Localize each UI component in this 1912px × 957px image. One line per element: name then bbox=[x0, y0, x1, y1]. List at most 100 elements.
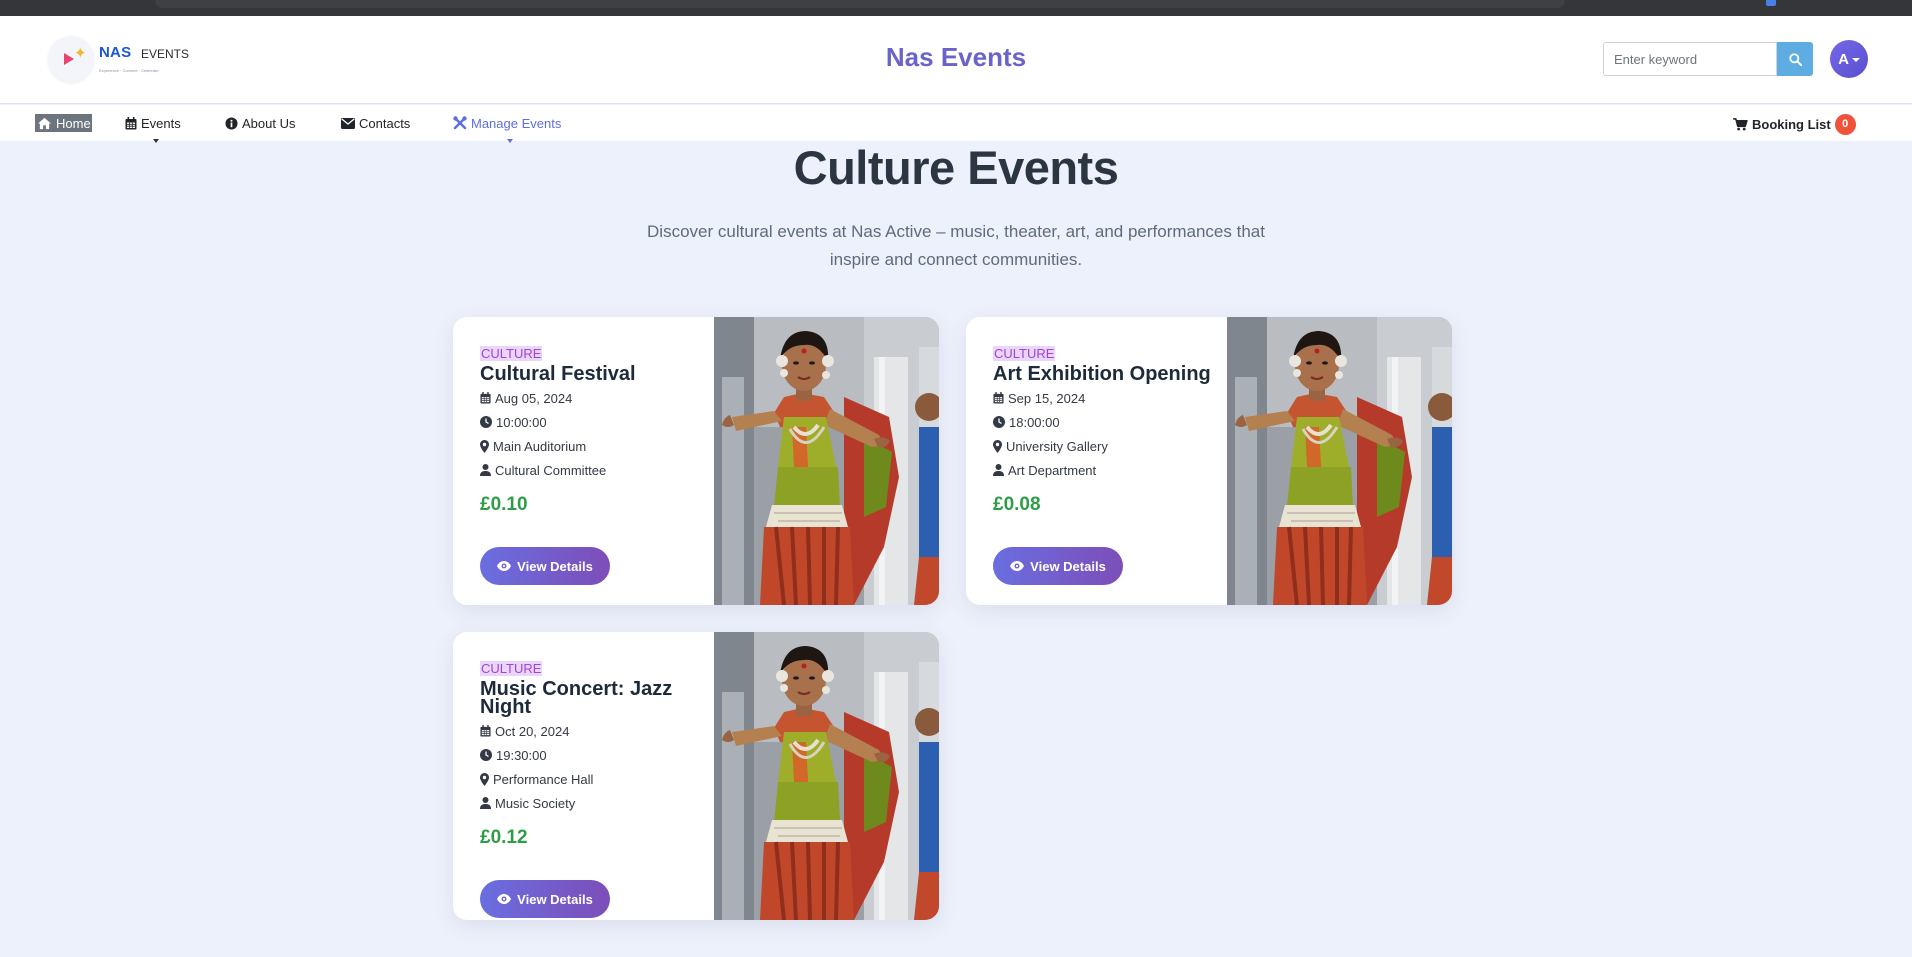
location-pin-icon bbox=[480, 439, 489, 453]
clock-icon bbox=[480, 749, 492, 761]
booking-count-badge: 0 bbox=[1834, 113, 1856, 135]
event-time: 18:00:00 bbox=[993, 410, 1223, 434]
event-organizer-text: Music Society bbox=[495, 795, 576, 811]
event-date: Aug 05, 2024 bbox=[480, 386, 710, 410]
clock-icon bbox=[480, 416, 492, 428]
calendar-icon bbox=[125, 116, 137, 129]
logo-mark-icon: ✦ bbox=[48, 36, 94, 82]
event-category: CULTURE bbox=[993, 346, 1056, 361]
event-category: CULTURE bbox=[480, 346, 543, 361]
browser-address-bar[interactable] bbox=[155, 0, 1565, 8]
event-venue: Main Auditorium bbox=[480, 434, 710, 458]
event-image[interactable] bbox=[1227, 317, 1452, 605]
event-price: £0.12 bbox=[480, 827, 528, 848]
event-date: Oct 20, 2024 bbox=[480, 719, 710, 743]
event-card-body: CULTURE Music Concert: Jazz Night Oct 20… bbox=[480, 660, 710, 815]
envelope-icon bbox=[341, 117, 355, 129]
event-date-text: Aug 05, 2024 bbox=[495, 390, 573, 406]
nav-item-label: Contacts bbox=[359, 115, 411, 131]
user-icon bbox=[480, 797, 491, 809]
clock-icon bbox=[993, 416, 1005, 428]
cart-icon bbox=[1733, 117, 1748, 131]
event-venue: Performance Hall bbox=[480, 767, 710, 791]
info-circle-icon bbox=[225, 116, 238, 130]
nav-item-home[interactable]: Home bbox=[35, 114, 92, 132]
eye-icon bbox=[497, 894, 512, 904]
view-details-button[interactable]: View Details bbox=[480, 547, 610, 585]
site-title[interactable]: Nas Events bbox=[886, 42, 1026, 72]
calendar-icon bbox=[480, 725, 491, 737]
booking-list-button[interactable]: Booking List 0 bbox=[1733, 113, 1856, 135]
event-date: Sep 15, 2024 bbox=[993, 386, 1223, 410]
event-time: 19:30:00 bbox=[480, 743, 710, 767]
event-title[interactable]: Art Exhibition Opening bbox=[993, 364, 1223, 384]
event-card-body: CULTURE Art Exhibition Opening Sep 15, 2… bbox=[993, 345, 1223, 482]
event-time-text: 10:00:00 bbox=[496, 414, 547, 430]
calendar-icon bbox=[480, 392, 491, 404]
logo-brand-secondary: EVENTS bbox=[141, 47, 190, 61]
eye-icon bbox=[1010, 561, 1025, 571]
nav-item-label: Events bbox=[141, 115, 181, 131]
nav-item-contacts[interactable]: Contacts bbox=[341, 114, 410, 132]
event-organizer-text: Cultural Committee bbox=[495, 462, 607, 478]
event-title[interactable]: Cultural Festival bbox=[480, 364, 710, 384]
eye-icon bbox=[497, 561, 512, 571]
event-price: £0.10 bbox=[480, 494, 528, 515]
site-header: ✦ NAS EVENTS Experience · Connect · Cele… bbox=[0, 16, 1912, 104]
nav-item-events[interactable]: Events bbox=[125, 114, 181, 132]
view-details-label: View Details bbox=[1030, 558, 1106, 574]
event-card-body: CULTURE Cultural Festival Aug 05, 2024 1… bbox=[480, 345, 710, 482]
main-nav: Home Events About Us Contacts Manage Eve… bbox=[0, 105, 1912, 143]
location-pin-icon bbox=[480, 772, 489, 786]
event-category: CULTURE bbox=[480, 661, 543, 676]
location-pin-icon bbox=[993, 439, 1002, 453]
event-card: CULTURE Music Concert: Jazz Night Oct 20… bbox=[453, 632, 939, 920]
event-organizer: Music Society bbox=[480, 791, 710, 815]
view-details-label: View Details bbox=[517, 891, 593, 907]
event-venue-text: University Gallery bbox=[1006, 438, 1108, 454]
event-time-text: 18:00:00 bbox=[1009, 414, 1060, 430]
logo-brand: NAS bbox=[99, 44, 132, 61]
event-card: CULTURE Art Exhibition Opening Sep 15, 2… bbox=[966, 317, 1452, 605]
event-organizer-text: Art Department bbox=[1008, 462, 1097, 478]
search-button[interactable] bbox=[1777, 42, 1813, 76]
event-image[interactable] bbox=[714, 632, 939, 920]
search-form bbox=[1603, 42, 1813, 76]
user-icon bbox=[993, 464, 1004, 476]
event-organizer: Cultural Committee bbox=[480, 458, 710, 482]
nav-item-label: About Us bbox=[242, 115, 296, 131]
view-details-button[interactable]: View Details bbox=[993, 547, 1123, 585]
event-organizer: Art Department bbox=[993, 458, 1223, 482]
booking-list-label: Booking List bbox=[1752, 116, 1831, 132]
event-price: £0.08 bbox=[993, 494, 1041, 515]
nav-item-label: Manage Events bbox=[471, 115, 562, 131]
nav-item-about[interactable]: About Us bbox=[225, 114, 295, 132]
search-input[interactable] bbox=[1603, 42, 1777, 76]
avatar-initial: A bbox=[1838, 50, 1849, 68]
event-venue: University Gallery bbox=[993, 434, 1223, 458]
event-date-text: Sep 15, 2024 bbox=[1008, 390, 1086, 406]
chevron-down-icon bbox=[1851, 58, 1860, 62]
browser-extension-icon[interactable] bbox=[1766, 0, 1776, 6]
nav-item-manage-events[interactable]: Manage Events bbox=[453, 114, 561, 132]
page-title: Culture Events bbox=[793, 141, 1119, 194]
logo-tagline: Experience · Connect · Celebrate bbox=[99, 68, 159, 73]
page-subtitle: Discover cultural events at Nas Active –… bbox=[647, 222, 1265, 269]
event-time-text: 19:30:00 bbox=[496, 747, 547, 763]
event-card: CULTURE Cultural Festival Aug 05, 2024 1… bbox=[453, 317, 939, 605]
tools-icon bbox=[453, 116, 467, 130]
view-details-button[interactable]: View Details bbox=[480, 880, 610, 918]
page-header: Culture Events Discover cultural events … bbox=[0, 140, 1912, 274]
event-image[interactable] bbox=[714, 317, 939, 605]
event-title[interactable]: Music Concert: Jazz Night bbox=[480, 679, 710, 717]
event-venue-text: Performance Hall bbox=[493, 771, 594, 787]
view-details-label: View Details bbox=[517, 558, 593, 574]
event-time: 10:00:00 bbox=[480, 410, 710, 434]
search-icon bbox=[1788, 52, 1802, 66]
user-icon bbox=[480, 464, 491, 476]
nav-item-label: Home bbox=[56, 115, 91, 131]
user-avatar-dropdown[interactable]: A bbox=[1830, 40, 1868, 78]
browser-top-strip bbox=[0, 0, 1912, 16]
home-icon bbox=[38, 117, 51, 129]
site-logo[interactable]: ✦ NAS EVENTS Experience · Connect · Cele… bbox=[48, 36, 198, 84]
